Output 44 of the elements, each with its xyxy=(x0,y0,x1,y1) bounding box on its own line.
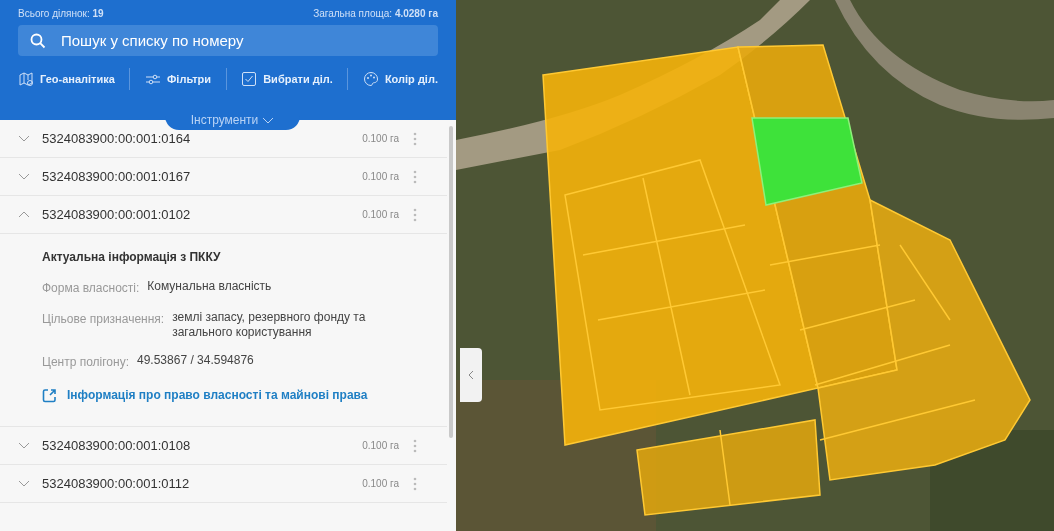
ownership-link[interactable]: Інформація про право власності та майнові права xyxy=(42,386,431,404)
total-area: Загальна площа: 4.0280 га xyxy=(313,6,438,21)
more-vertical-icon[interactable] xyxy=(413,207,417,222)
external-link-icon xyxy=(42,387,57,403)
parcel-number: 5324083900:00:001:0112 xyxy=(42,474,191,493)
tool-button[interactable]: Гео-аналітика xyxy=(18,70,115,88)
parcel-number: 5324083900:00:001:0102 xyxy=(42,205,192,224)
tool-button[interactable]: Вибрати діл. xyxy=(241,70,333,88)
search-icon xyxy=(30,33,46,49)
field-value: 49.53867 / 34.594876 xyxy=(137,353,255,369)
parcel-number: 5324083900:00:001:0108 xyxy=(42,436,192,455)
more-vertical-icon[interactable] xyxy=(413,169,417,184)
parcel-row[interactable]: 5324083900:00:001:0108 0.100 га xyxy=(0,427,447,465)
parcel-number: 5324083900:00:001:0167 xyxy=(42,167,192,186)
parcel-count: Всього ділянок: 19 xyxy=(18,7,104,21)
parcel-area: 0.100 га xyxy=(362,438,399,453)
parcel-area: 0.100 га xyxy=(362,207,399,222)
chevron-down-icon xyxy=(262,116,275,124)
parcel-area: 0.100 га xyxy=(362,131,399,146)
checkbox-icon xyxy=(241,71,258,87)
field-label: Цільове призначення: xyxy=(42,311,165,328)
selected-parcel[interactable] xyxy=(751,117,863,206)
field-label: Центр полігону: xyxy=(42,354,129,371)
parcel-area: 0.100 га xyxy=(362,476,399,491)
field-value: Комунальна власність xyxy=(147,279,273,295)
collapse-panel-button[interactable] xyxy=(460,348,482,402)
more-vertical-icon[interactable] xyxy=(413,131,417,146)
palette-icon xyxy=(362,71,379,87)
details-heading: Актуальна інформація з ПККУ xyxy=(42,249,222,266)
map-search-icon xyxy=(18,71,34,87)
parcel-row[interactable]: 5324083900:00:001:0167 0.100 га xyxy=(0,158,447,196)
chevron-left-icon xyxy=(468,370,474,380)
tool-button[interactable]: Колір діл. xyxy=(362,70,438,88)
search-field[interactable]: Пошук у списку по номеру xyxy=(18,25,438,56)
parcel-row[interactable]: 5324083900:00:001:0112 0.100 га xyxy=(0,465,447,503)
field-label: Форма власності: xyxy=(42,280,140,297)
field-value: землі запасу, резервного фонду та загального користування xyxy=(172,310,367,340)
more-vertical-icon[interactable] xyxy=(413,476,417,491)
parcel-row[interactable]: 5324083900:00:001:0102 0.100 га xyxy=(0,196,447,234)
tool-button[interactable]: Фільтри xyxy=(144,70,212,88)
more-vertical-icon[interactable] xyxy=(413,438,417,453)
parcel-area: 0.100 га xyxy=(362,169,399,184)
scrollbar[interactable] xyxy=(449,126,453,438)
parcel-number: 5324083900:00:001:0164 xyxy=(42,129,192,148)
